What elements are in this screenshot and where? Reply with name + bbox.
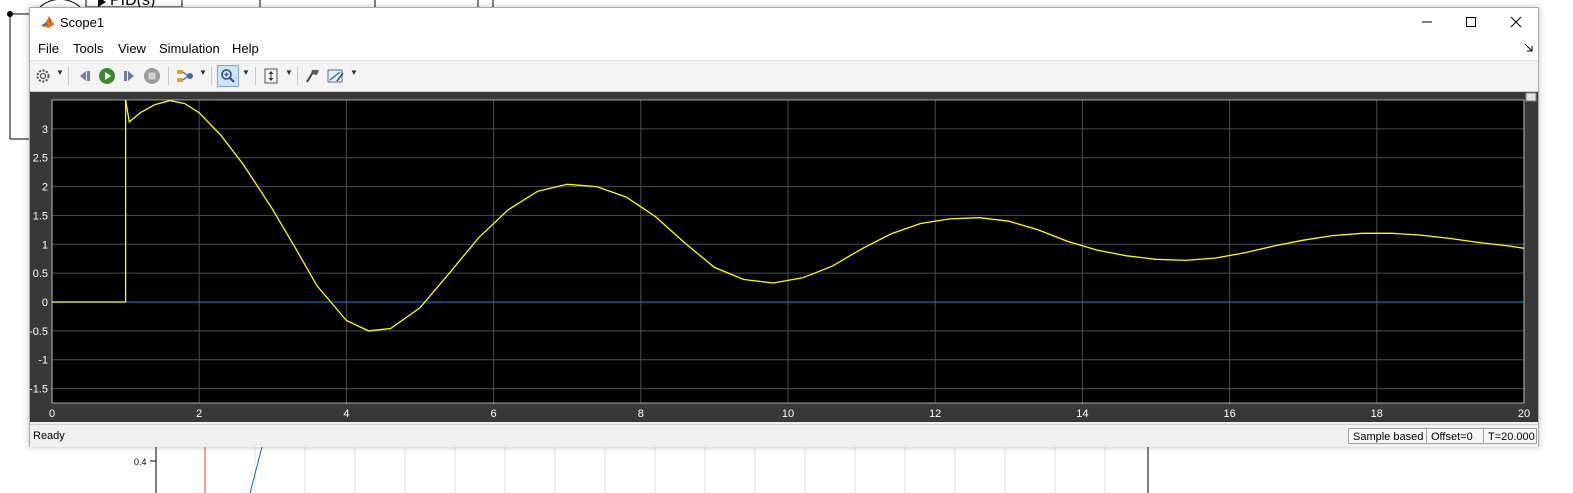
axes-toggle-icon[interactable] — [1525, 92, 1537, 102]
step-forward-button[interactable] — [119, 66, 139, 86]
x-tick-label: 14 — [1076, 408, 1088, 420]
measurements-dropdown-icon[interactable]: ▼ — [350, 68, 358, 77]
run-button[interactable] — [97, 66, 117, 86]
menu-tools[interactable]: Tools — [73, 41, 103, 56]
highlight-signal-button[interactable] — [175, 66, 195, 86]
scope-display[interactable]: 0 2 4 6 8 10 12 14 16 18 20 3 2.5 2 1.5 1 0.5 0 -0.5 -1 -1.5 — [29, 92, 1538, 422]
y-tick-label: -1.5 — [30, 384, 48, 396]
scope-plot[interactable]: 0 2 4 6 8 10 12 14 16 18 20 3 2.5 2 1.5 1 0.5 0 -0.5 -1 -1.5 — [29, 92, 1538, 422]
measurements-button[interactable] — [326, 66, 346, 86]
minimize-icon — [1422, 21, 1432, 23]
title-bar[interactable]: Scope1 — [30, 8, 1538, 36]
autoscale-dropdown-icon[interactable]: ▼ — [285, 68, 293, 77]
step-back-button[interactable] — [75, 66, 95, 86]
menu-file[interactable]: File — [38, 41, 59, 56]
x-tick-label: 4 — [343, 408, 349, 420]
highlight-signal-icon — [177, 70, 193, 82]
sample-mode-indicator: Sample based — [1348, 428, 1428, 444]
menu-bar: File Tools View Simulation Help — [30, 36, 1538, 61]
stop-button[interactable] — [142, 66, 162, 86]
background-scope-plot: 0.4 — [134, 446, 1149, 493]
x-tick-label: 8 — [638, 408, 644, 420]
status-text: Ready — [33, 430, 65, 442]
y-tick-label: 3 — [42, 124, 48, 136]
y-tick-label: -1 — [38, 355, 48, 367]
y-tick-label: 0 — [42, 297, 48, 309]
x-tick-label: 10 — [782, 408, 794, 420]
y-tick-label: 1.5 — [33, 210, 48, 222]
background-axis-tick: 0.4 — [134, 457, 147, 467]
menu-view[interactable]: View — [118, 41, 146, 56]
maximize-button[interactable] — [1448, 8, 1494, 36]
close-icon — [1510, 16, 1522, 28]
scope-window: Scope1 File Tools View Simulation Help ▼ — [29, 7, 1539, 447]
x-tick-label: 6 — [491, 408, 497, 420]
x-tick-label: 0 — [49, 408, 55, 420]
status-bar: Ready Sample based Offset=0 T=20.000 — [30, 424, 1538, 447]
x-tick-label: 16 — [1223, 408, 1235, 420]
autoscale-icon — [264, 68, 278, 84]
highlight-dropdown-icon[interactable]: ▼ — [199, 68, 207, 77]
maximize-icon — [1466, 17, 1476, 27]
x-tick-label: 12 — [929, 408, 941, 420]
offset-indicator: Offset=0 — [1426, 428, 1484, 444]
x-tick-label: 18 — [1371, 408, 1383, 420]
step-forward-icon — [124, 71, 134, 81]
zoom-in-icon — [221, 69, 235, 83]
y-tick-label: 1 — [42, 239, 48, 251]
y-tick-label: 2 — [42, 182, 48, 194]
autoscale-button[interactable] — [261, 66, 281, 86]
undock-icon[interactable] — [1524, 43, 1534, 53]
style-button[interactable] — [303, 66, 323, 86]
step-back-icon — [80, 71, 90, 81]
run-icon — [99, 68, 115, 84]
close-button[interactable] — [1493, 8, 1539, 36]
menu-help[interactable]: Help — [232, 41, 259, 56]
x-tick-label: 2 — [196, 408, 202, 420]
y-tick-label: 2.5 — [33, 153, 48, 165]
measurements-icon — [327, 69, 344, 83]
zoom-dropdown-icon[interactable]: ▼ — [242, 68, 250, 77]
y-tick-label: -0.5 — [30, 326, 48, 338]
minimize-button[interactable] — [1404, 8, 1450, 36]
menu-simulation[interactable]: Simulation — [159, 41, 220, 56]
settings-icon — [36, 69, 50, 83]
toolbar: ▼ ▼ ▼ ▼ ▼ — [30, 61, 1538, 92]
matlab-icon — [41, 16, 55, 28]
time-indicator: T=20.000 — [1483, 428, 1537, 444]
stop-icon — [144, 68, 160, 84]
settings-dropdown-icon[interactable]: ▼ — [56, 68, 64, 77]
zoom-in-button[interactable] — [217, 65, 239, 87]
style-icon — [306, 70, 319, 83]
window-title: Scope1 — [60, 15, 105, 30]
settings-button[interactable] — [33, 66, 53, 86]
x-tick-label: 20 — [1518, 408, 1530, 420]
y-tick-label: 0.5 — [33, 268, 48, 280]
